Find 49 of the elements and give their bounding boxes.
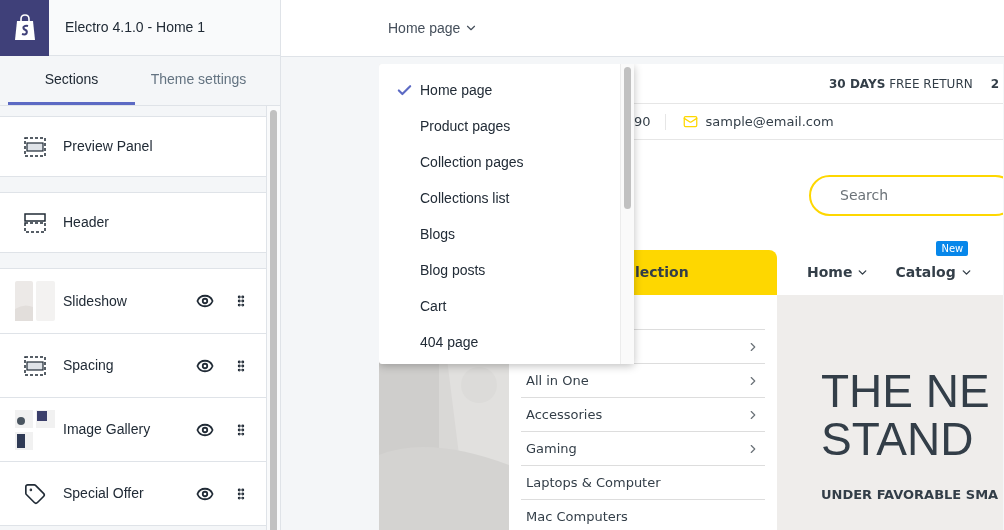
section-label: Slideshow	[63, 291, 128, 311]
section-item[interactable]: Image Gallery	[0, 397, 266, 461]
phone-number: 90	[634, 112, 651, 131]
dropdown-option[interactable]: Blogs	[420, 223, 456, 245]
category-link[interactable]: Accessories	[526, 404, 603, 425]
header-layout-icon	[24, 212, 46, 233]
new-badge: New	[936, 241, 969, 256]
topbar-text: 2	[990, 75, 1000, 93]
dropdown-option[interactable]: Collections list	[420, 187, 510, 209]
section-item[interactable]: Spacing	[0, 333, 266, 397]
dropdown-option[interactable]: Collection pages	[420, 151, 524, 173]
section-item[interactable]: Slideshow	[0, 269, 266, 333]
dropdown-option[interactable]: Cart	[420, 295, 447, 317]
category-link[interactable]: Gaming	[526, 438, 577, 459]
email-address: sample@email.com	[705, 112, 834, 131]
mail-icon	[682, 114, 698, 129]
dropdown-option[interactable]: Product pages	[420, 115, 511, 137]
tag-icon	[24, 482, 46, 505]
section-label: Spacing	[63, 356, 115, 375]
dropdown-option[interactable]: Home page	[420, 79, 493, 101]
tab[interactable]: Theme settings	[135, 56, 262, 105]
section-item[interactable]: Header	[0, 193, 266, 252]
layout-icon	[24, 355, 46, 376]
category-link[interactable]: Laptops & Computer	[526, 472, 661, 493]
nav-link[interactable]: Catalog	[895, 262, 973, 283]
visibility-icon[interactable]	[196, 292, 214, 310]
hero-title: STAND	[821, 415, 975, 463]
nav-link[interactable]: Home	[807, 262, 870, 283]
store-logo[interactable]	[0, 0, 49, 56]
category-link[interactable]: All in One	[526, 370, 589, 391]
search-field[interactable]: Search	[809, 174, 1003, 216]
scrollbar-thumb[interactable]	[270, 110, 277, 530]
section-label: Preview Panel	[63, 137, 154, 156]
shopping-bag-icon	[12, 13, 37, 42]
page-picker[interactable]: Home page	[388, 17, 479, 39]
dropdown-option[interactable]: 404 page	[420, 331, 479, 353]
section-label: Header	[63, 213, 110, 232]
hero-title: THE NE	[821, 367, 991, 415]
scrollbar-thumb[interactable]	[624, 67, 631, 209]
section-label: Special Offer	[63, 484, 145, 503]
section-label: Image Gallery	[63, 420, 152, 439]
category-link[interactable]: Mac Computers	[526, 506, 628, 527]
topbar-text: 30 DAYS FREE RETURN	[829, 75, 973, 93]
dropdown-option[interactable]: Blog posts	[420, 259, 486, 281]
layout-icon	[24, 136, 46, 157]
tab[interactable]: Sections	[8, 56, 135, 105]
section-item[interactable]: Preview Panel	[0, 117, 266, 176]
theme-title: Electro 4.1.0 - Home 1	[65, 18, 206, 37]
hero-subtitle: UNDER FAVORABLE SMA	[821, 486, 1000, 504]
